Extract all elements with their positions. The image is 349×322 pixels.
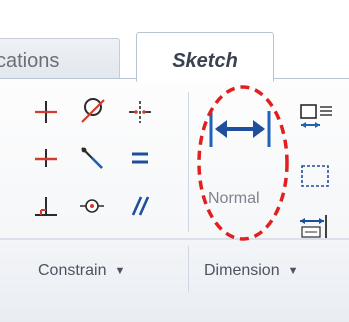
tab-applications-label: cations — [0, 50, 60, 72]
chevron-down-icon: ▼ — [114, 265, 126, 277]
normal-dimension-icon[interactable] — [204, 104, 276, 154]
perpendicular-icon[interactable] — [30, 190, 62, 222]
symmetric-icon[interactable] — [124, 96, 156, 128]
equal-icon[interactable] — [124, 142, 156, 174]
parallel-icon[interactable] — [124, 190, 156, 222]
point-on-entity-icon[interactable] — [76, 190, 108, 222]
reference-dimension-icon[interactable] — [296, 160, 336, 192]
constrain-group-dropdown[interactable]: Constrain ▼ — [38, 262, 125, 280]
dimension-group-label: Dimension — [204, 262, 280, 279]
group-label-bar — [0, 240, 349, 322]
baseline-dimension-icon[interactable] — [296, 100, 336, 134]
normal-dimension-label: Normal — [208, 190, 260, 207]
sketch-ribbon-window: cations Sketch Normal Constrain ▼ Dimens… — [0, 0, 349, 322]
constrain-group-label: Constrain — [38, 262, 107, 279]
tangent-icon[interactable] — [76, 94, 108, 128]
dimension-group-dropdown[interactable]: Dimension ▼ — [204, 262, 298, 280]
tab-sketch[interactable]: Sketch — [136, 32, 274, 82]
group-label-separator — [188, 246, 189, 292]
coincident-line-icon[interactable] — [76, 142, 108, 174]
group-separator — [188, 92, 189, 232]
chevron-down-icon: ▼ — [287, 265, 299, 277]
tab-applications[interactable]: cations — [0, 38, 120, 80]
tab-sketch-label: Sketch — [172, 50, 238, 72]
perpendicular-cross-icon[interactable] — [30, 96, 62, 128]
horizontal-icon[interactable] — [30, 142, 62, 174]
